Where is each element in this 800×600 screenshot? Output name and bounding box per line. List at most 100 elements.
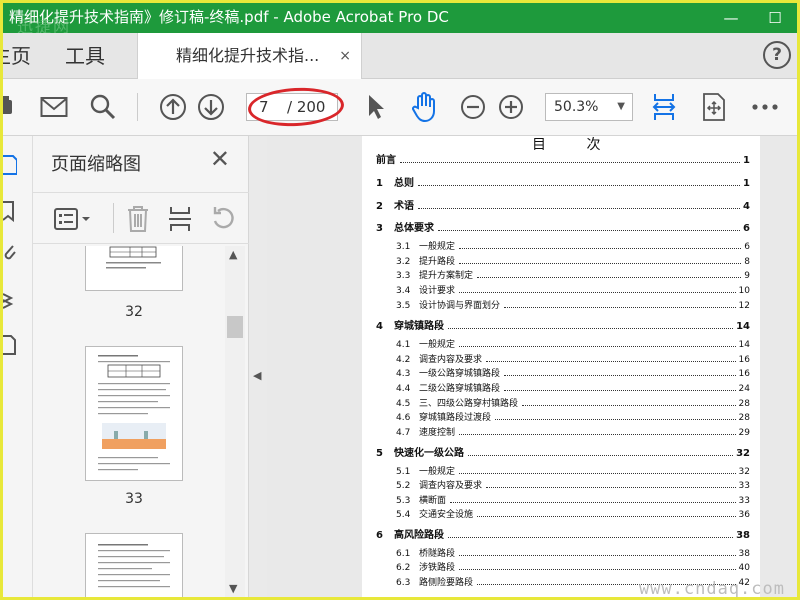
toc-entry-number: 4.1 bbox=[396, 340, 411, 350]
document-icon[interactable] bbox=[3, 334, 17, 356]
toc-leader-dots bbox=[459, 434, 736, 435]
toc-entry-page: 10 bbox=[738, 286, 750, 296]
scrollbar-thumb[interactable] bbox=[227, 316, 243, 338]
toc-entry-page: 16 bbox=[738, 369, 750, 379]
page-thumbnail-32[interactable] bbox=[85, 246, 183, 291]
toc-entry[interactable]: 4.2 调查内容及要求 16 bbox=[396, 352, 750, 365]
help-icon[interactable]: ? bbox=[763, 41, 791, 69]
toc-entry[interactable]: 5.4 交通安全设施 36 bbox=[396, 507, 750, 520]
toc-leader-dots bbox=[459, 346, 736, 347]
maximize-button[interactable]: ☐ bbox=[753, 3, 797, 33]
toc-entry[interactable]: 4.7 速度控制 29 bbox=[396, 425, 750, 438]
mail-icon[interactable] bbox=[39, 93, 69, 121]
toc-entry-number: 5.3 bbox=[396, 496, 411, 506]
toc-entry-page: 1 bbox=[743, 178, 750, 189]
toc-entry-number: 5.4 bbox=[396, 510, 411, 520]
toc-entry[interactable]: 6.1 桥隧路段 38 bbox=[396, 546, 750, 559]
tab-document[interactable]: 精细化提升技术指... × bbox=[137, 33, 362, 79]
search-icon[interactable] bbox=[89, 93, 117, 121]
toc-entry[interactable]: 3.5 设计协调与界面划分 12 bbox=[396, 298, 750, 311]
toc-entry-page: 32 bbox=[738, 467, 750, 477]
document-view[interactable]: 目 次 前言 1 1 总则 1 2 术语 4 3 总体要求 6 3.1 一般规定 6 3.2 提升路段 8 3.3… bbox=[267, 136, 797, 599]
attachments-icon[interactable] bbox=[3, 242, 17, 264]
close-panel-icon[interactable]: ✕ bbox=[210, 145, 230, 173]
zoom-out-icon[interactable] bbox=[459, 93, 487, 121]
toc-entry[interactable]: 2 术语 4 bbox=[376, 197, 750, 212]
tab-home[interactable]: 主页 bbox=[3, 33, 31, 79]
toc-entry-number: 4 bbox=[376, 321, 383, 332]
toc-entry-title: 横断面 bbox=[419, 496, 447, 506]
toc-leader-dots bbox=[459, 292, 736, 293]
toc-entry-title: 总体要求 bbox=[394, 223, 434, 234]
toc-entry-title: 一般规定 bbox=[419, 340, 456, 350]
toc-entry[interactable]: 3.3 提升方案制定 9 bbox=[396, 268, 750, 281]
thumbnail-scrollbar[interactable]: ▲ ▼ bbox=[225, 246, 245, 597]
page-thumbnails-icon[interactable] bbox=[3, 154, 18, 176]
toc-entry[interactable]: 4.3 一级公路穿城镇路段 16 bbox=[396, 366, 750, 379]
thumbnail-list: 32 33 bbox=[33, 246, 249, 597]
next-page-icon[interactable] bbox=[196, 93, 226, 121]
trash-icon[interactable] bbox=[125, 205, 151, 237]
collapse-panel-strip[interactable]: ◀ bbox=[249, 136, 267, 597]
watermark-bottom-right: www.cndaq.com bbox=[638, 579, 785, 599]
toc-entry[interactable]: 4.1 一般规定 14 bbox=[396, 337, 750, 350]
previous-page-icon[interactable] bbox=[158, 93, 188, 121]
more-options-icon[interactable] bbox=[751, 93, 779, 121]
toc-entry[interactable]: 4.4 二级公路穿城镇路段 24 bbox=[396, 381, 750, 394]
toc-entry[interactable]: 4.5 三、四级公路穿村镇路段 28 bbox=[396, 396, 750, 409]
full-screen-icon[interactable] bbox=[701, 93, 727, 121]
close-tab-icon[interactable]: × bbox=[339, 33, 351, 79]
toc-entry[interactable]: 5.1 一般规定 32 bbox=[396, 464, 750, 477]
scroll-down-icon[interactable]: ▼ bbox=[229, 582, 237, 595]
layers-icon[interactable] bbox=[3, 290, 17, 312]
toc-entry[interactable]: 4.6 穿城镇路段过渡段 28 bbox=[396, 410, 750, 423]
rotate-icon[interactable] bbox=[209, 205, 237, 237]
toc-leader-dots bbox=[418, 185, 741, 186]
toc-entry-title: 一级公路穿城镇路段 bbox=[419, 369, 501, 379]
hand-tool-icon[interactable] bbox=[409, 92, 439, 122]
toc-entry[interactable]: 3.1 一般规定 6 bbox=[396, 239, 750, 252]
toc-leader-dots bbox=[522, 405, 736, 406]
toc-entry-title: 总则 bbox=[394, 178, 414, 189]
page-thumbnail-33[interactable] bbox=[85, 346, 183, 481]
bookmarks-icon[interactable] bbox=[3, 200, 17, 223]
toc-entry-number: 4.6 bbox=[396, 413, 411, 423]
toc-entry-title: 快速化一级公路 bbox=[394, 448, 464, 459]
toc-entry-page: 14 bbox=[736, 321, 750, 332]
print-icon[interactable] bbox=[3, 93, 19, 121]
toc-entry[interactable]: 3.2 提升路段 8 bbox=[396, 254, 750, 267]
toc-entry[interactable]: 5.2 调查内容及要求 33 bbox=[396, 478, 750, 491]
toc-entry[interactable]: 3.4 设计要求 10 bbox=[396, 283, 750, 296]
toc-entry-number: 3.3 bbox=[396, 271, 411, 281]
toc-entry[interactable]: 3 总体要求 6 bbox=[376, 219, 750, 234]
thumbnail-label-33: 33 bbox=[125, 491, 143, 507]
zoom-select[interactable]: 50.3% ▼ bbox=[545, 93, 633, 121]
collapse-arrow-icon[interactable]: ◀ bbox=[253, 369, 261, 382]
minimize-button[interactable]: — bbox=[709, 3, 753, 33]
scroll-up-icon[interactable]: ▲ bbox=[229, 248, 237, 261]
select-cursor-icon[interactable] bbox=[365, 93, 387, 121]
toc-leader-dots bbox=[495, 419, 736, 420]
toc-entry-number: 5 bbox=[376, 448, 383, 459]
title-bar: 精细化提升技术指南》修订稿-终稿.pdf - Adobe Acrobat Pro… bbox=[3, 3, 797, 36]
toc-entry-page: 28 bbox=[738, 413, 750, 423]
page-thumbnail-34[interactable] bbox=[85, 533, 183, 597]
toc-leader-dots bbox=[400, 162, 741, 163]
insert-page-icon[interactable] bbox=[168, 205, 192, 237]
toc-entry-page: 4 bbox=[743, 201, 750, 212]
toc-entry[interactable]: 6 高风险路段 38 bbox=[376, 526, 750, 541]
options-menu-icon[interactable] bbox=[53, 207, 93, 235]
zoom-in-icon[interactable] bbox=[497, 93, 525, 121]
toc-entry-number: 4.7 bbox=[396, 428, 411, 438]
toc-entry[interactable]: 5 快速化一级公路 32 bbox=[376, 444, 750, 459]
toc-entry[interactable]: 1 总则 1 bbox=[376, 174, 750, 189]
toc-entry-number: 2 bbox=[376, 201, 383, 212]
toc-entry[interactable]: 4 穿城镇路段 14 bbox=[376, 317, 750, 332]
toc-entry-title: 一般规定 bbox=[419, 467, 456, 477]
toc-entry[interactable]: 前言 1 bbox=[376, 151, 750, 166]
toc-entry[interactable]: 6.2 涉铁路段 40 bbox=[396, 560, 750, 573]
toc-entry-number: 5.2 bbox=[396, 481, 411, 491]
fit-width-icon[interactable] bbox=[651, 93, 677, 121]
tab-tools[interactable]: 工具 bbox=[65, 33, 105, 79]
toc-entry[interactable]: 5.3 横断面 33 bbox=[396, 493, 750, 506]
